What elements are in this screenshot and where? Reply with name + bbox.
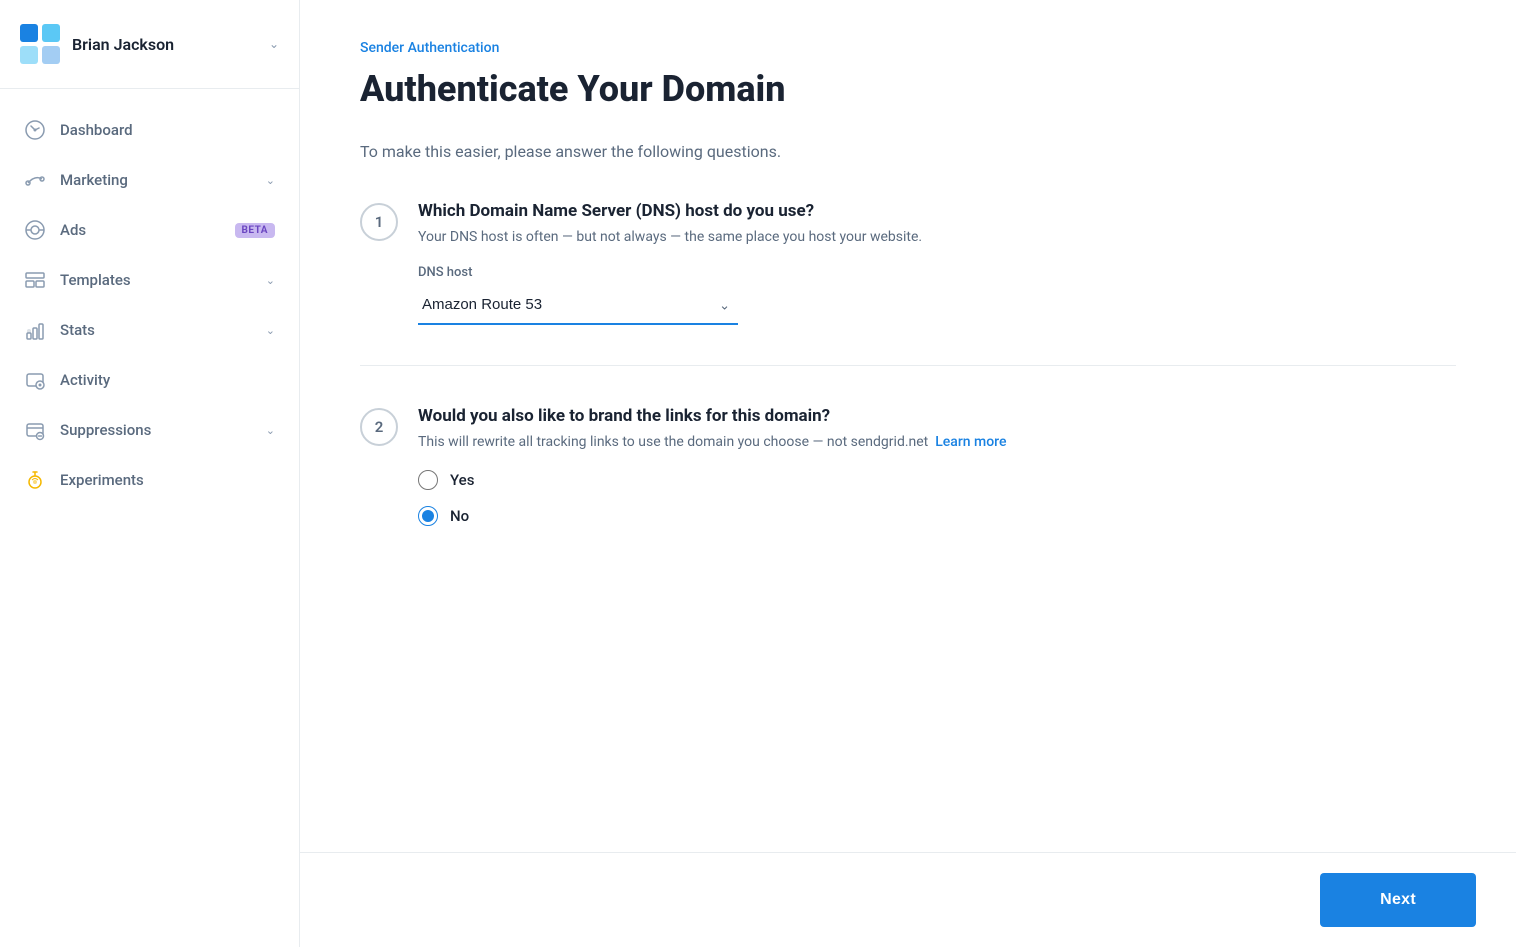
sidebar-item-label-marketing: Marketing: [60, 171, 252, 189]
suppressions-chevron-icon: ⌄: [266, 424, 275, 437]
section-divider: [360, 365, 1456, 366]
sidebar-item-templates[interactable]: Templates ⌄: [0, 255, 299, 305]
brand-links-radio-group: Yes No: [418, 470, 1456, 526]
sidebar: Brian Jackson ⌄ Dashboard: [0, 0, 300, 947]
question-1-block: 1 Which Domain Name Server (DNS) host do…: [360, 201, 1456, 325]
dashboard-icon: [24, 119, 46, 141]
radio-yes-option[interactable]: Yes: [418, 470, 1456, 490]
user-chevron-icon: ⌄: [269, 37, 279, 51]
sidebar-item-label-ads: Ads: [60, 221, 221, 239]
templates-chevron-icon: ⌄: [266, 274, 275, 287]
question-1-desc: Your DNS host is often — but not always …: [418, 229, 1456, 245]
question-1-title: Which Domain Name Server (DNS) host do y…: [418, 201, 1456, 221]
sidebar-item-label-experiments: Experiments: [60, 471, 275, 489]
question-1-content: Which Domain Name Server (DNS) host do y…: [418, 201, 1456, 325]
sidebar-item-suppressions[interactable]: Suppressions ⌄: [0, 405, 299, 455]
radio-yes-input[interactable]: [418, 470, 438, 490]
suppressions-icon: [24, 419, 46, 441]
question-2-desc-text: This will rewrite all tracking links to …: [418, 434, 928, 450]
beta-badge: BETA: [235, 223, 276, 238]
sidebar-item-marketing[interactable]: Marketing ⌄: [0, 155, 299, 205]
marketing-icon: [24, 169, 46, 191]
activity-icon: [24, 369, 46, 391]
learn-more-link[interactable]: Learn more: [935, 434, 1006, 450]
marketing-chevron-icon: ⌄: [266, 174, 275, 187]
templates-icon: [24, 269, 46, 291]
page-title: Authenticate Your Domain: [360, 68, 1456, 110]
main-content: Sender Authentication Authenticate Your …: [300, 0, 1516, 947]
radio-yes-label: Yes: [450, 471, 474, 489]
breadcrumb: Sender Authentication: [360, 40, 1456, 56]
stats-chevron-icon: ⌄: [266, 324, 275, 337]
dns-host-label: DNS host: [418, 265, 1456, 280]
experiments-icon: [24, 469, 46, 491]
dns-host-select[interactable]: Amazon Route 53 GoDaddy Cloudflare Namec…: [418, 286, 738, 325]
sidebar-nav: Dashboard Marketing ⌄: [0, 89, 299, 947]
next-button[interactable]: Next: [1320, 873, 1476, 927]
sidebar-item-label-dashboard: Dashboard: [60, 121, 275, 139]
sidebar-item-label-suppressions: Suppressions: [60, 421, 252, 439]
user-name: Brian Jackson: [72, 35, 257, 54]
bottom-bar: Next: [300, 852, 1516, 947]
sidebar-item-label-stats: Stats: [60, 321, 252, 339]
sidebar-item-stats[interactable]: Stats ⌄: [0, 305, 299, 355]
sidebar-item-ads[interactable]: Ads BETA: [0, 205, 299, 255]
ads-icon: [24, 219, 46, 241]
radio-no-label: No: [450, 507, 469, 525]
stats-icon: [24, 319, 46, 341]
sidebar-item-experiments[interactable]: Experiments: [0, 455, 299, 505]
question-2-block: 2 Would you also like to brand the links…: [360, 406, 1456, 526]
app-logo: [20, 24, 60, 64]
radio-no-input[interactable]: [418, 506, 438, 526]
question-2-desc: This will rewrite all tracking links to …: [418, 434, 1456, 450]
radio-no-option[interactable]: No: [418, 506, 1456, 526]
sidebar-item-label-templates: Templates: [60, 271, 252, 289]
dns-host-select-wrapper: Amazon Route 53 GoDaddy Cloudflare Namec…: [418, 286, 738, 325]
question-1-number: 1: [360, 203, 398, 241]
question-2-content: Would you also like to brand the links f…: [418, 406, 1456, 526]
question-2-number: 2: [360, 408, 398, 446]
user-header[interactable]: Brian Jackson ⌄: [0, 0, 299, 89]
page-description: To make this easier, please answer the f…: [360, 142, 1456, 161]
sidebar-item-dashboard[interactable]: Dashboard: [0, 105, 299, 155]
sidebar-item-activity[interactable]: Activity: [0, 355, 299, 405]
question-2-title: Would you also like to brand the links f…: [418, 406, 1456, 426]
sidebar-item-label-activity: Activity: [60, 371, 275, 389]
